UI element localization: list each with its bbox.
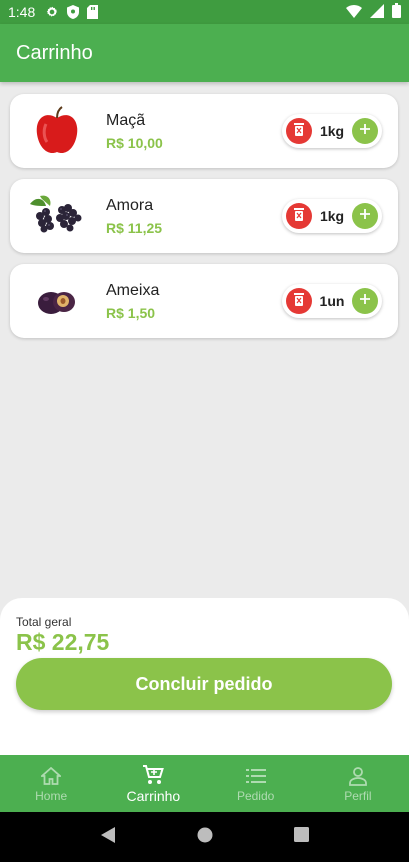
nav-item-profile[interactable]: Perfil xyxy=(307,755,409,812)
plus-icon xyxy=(359,292,371,310)
sd-card-icon xyxy=(87,5,99,19)
status-bar: 1:48 xyxy=(0,0,409,24)
cart-item: Maçã R$ 10,00 1kg xyxy=(10,94,398,168)
shield-icon xyxy=(67,5,80,19)
wifi-icon xyxy=(346,4,362,21)
order-summary: Total geral R$ 22,75 Concluir pedido xyxy=(0,598,409,755)
home-circle-icon[interactable] xyxy=(197,827,213,848)
product-price: R$ 10,00 xyxy=(106,135,163,151)
total-value: R$ 22,75 xyxy=(16,629,110,655)
list-icon xyxy=(245,765,266,787)
system-nav-bar xyxy=(0,812,409,862)
plus-icon xyxy=(359,122,371,140)
nav-item-order[interactable]: Pedido xyxy=(205,755,307,812)
app-bar: Carrinho xyxy=(0,24,409,82)
add-button[interactable] xyxy=(352,118,378,144)
remove-button[interactable] xyxy=(286,288,312,314)
person-icon xyxy=(348,765,368,787)
nav-item-home[interactable]: Home xyxy=(0,755,102,812)
plum-icon xyxy=(26,274,88,328)
quantity-stepper: 1kg xyxy=(282,114,382,148)
cart-icon xyxy=(142,764,165,786)
quantity-stepper: 1un xyxy=(282,284,382,318)
trash-icon xyxy=(293,292,305,311)
nav-item-cart[interactable]: Carrinho xyxy=(102,755,204,812)
home-icon xyxy=(41,765,62,787)
status-time: 1:48 xyxy=(8,4,36,20)
nav-label-order: Pedido xyxy=(236,788,275,803)
product-price: R$ 11,25 xyxy=(106,220,163,236)
nav-label-profile: Perfil xyxy=(344,788,372,803)
remove-button[interactable] xyxy=(286,118,312,144)
quantity-value: 1un xyxy=(319,293,345,309)
product-price: R$ 1,50 xyxy=(106,305,156,321)
nav-label-cart: Carrinho xyxy=(126,787,181,804)
back-icon[interactable] xyxy=(100,826,116,849)
signal-icon xyxy=(370,3,384,21)
cart-list: Maçã R$ 10,00 1kg Amora R$ 11,25 1kg Ame… xyxy=(10,94,398,349)
blackberry-icon xyxy=(26,189,88,243)
remove-button[interactable] xyxy=(286,203,312,229)
page-title: Carrinho xyxy=(16,41,93,64)
product-name: Maçã xyxy=(106,112,146,129)
battery-icon xyxy=(392,3,401,21)
cart-item: Amora R$ 11,25 1kg xyxy=(10,179,398,253)
checkout-button[interactable]: Concluir pedido xyxy=(16,658,392,710)
bottom-nav: Home Carrinho Pedido Perfil xyxy=(0,755,409,812)
product-name: Ameixa xyxy=(106,282,160,299)
trash-icon xyxy=(293,122,305,141)
add-button[interactable] xyxy=(352,203,378,229)
plus-icon xyxy=(359,207,371,225)
add-button[interactable] xyxy=(351,288,378,314)
quantity-value: 1kg xyxy=(319,123,345,139)
nav-label-home: Home xyxy=(35,788,68,803)
total-label: Total geral xyxy=(16,615,72,629)
quantity-value: 1kg xyxy=(319,208,345,224)
product-name: Amora xyxy=(106,197,154,214)
quantity-stepper: 1kg xyxy=(282,199,382,233)
apple-icon xyxy=(26,104,88,158)
recents-icon[interactable] xyxy=(293,827,309,847)
cart-item: Ameixa R$ 1,50 1un xyxy=(10,264,398,338)
settings-icon xyxy=(45,5,59,19)
trash-icon xyxy=(293,207,305,226)
